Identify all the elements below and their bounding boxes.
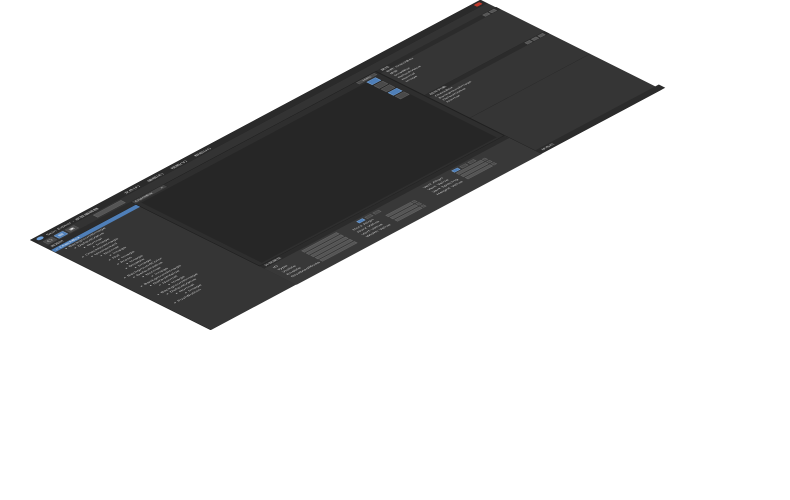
app-window: Skin Editor - 皮肤编辑器 文件(F) 编辑(E) 视图(V) 帮助…	[30, 0, 666, 330]
tree-bullet-icon	[173, 302, 177, 304]
align-right-icon[interactable]	[372, 209, 382, 215]
